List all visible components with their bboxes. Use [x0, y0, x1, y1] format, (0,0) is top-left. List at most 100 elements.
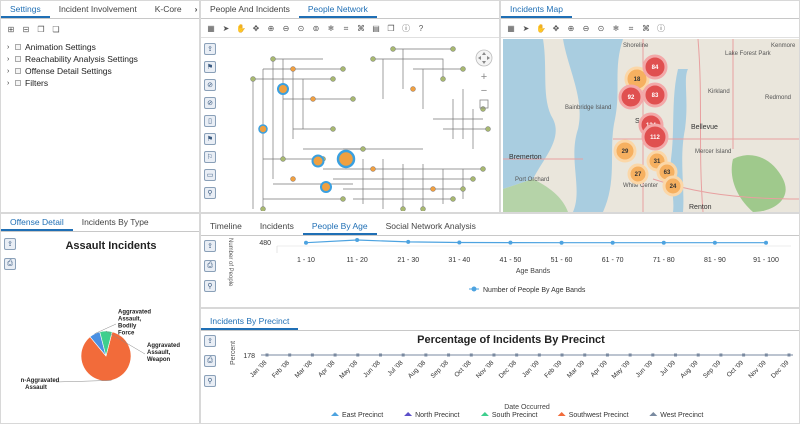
pan-hand-icon[interactable]: ✋ [235, 23, 247, 35]
data-point[interactable] [265, 353, 269, 357]
node-select-icon[interactable]: ⌘ [640, 23, 652, 35]
tab-offense-detail[interactable]: Offense Detail [1, 214, 73, 231]
data-point[interactable] [356, 353, 360, 357]
zoom-selection-icon[interactable]: ⊚ [310, 23, 322, 35]
panel-icon[interactable]: ▭ [204, 169, 216, 181]
zoom-fit-icon[interactable]: ⊙ [595, 23, 607, 35]
data-point[interactable] [560, 353, 564, 357]
zoom-in-icon[interactable]: ⊕ [565, 23, 577, 35]
data-point[interactable] [288, 353, 292, 357]
legend-label[interactable]: West Precinct [660, 412, 703, 419]
data-point[interactable] [457, 240, 462, 245]
data-point[interactable] [742, 353, 746, 357]
data-point[interactable] [424, 353, 428, 357]
data-point[interactable] [378, 353, 382, 357]
tab-people-network[interactable]: People Network [298, 1, 377, 18]
zoom-fit-icon[interactable]: ⊙ [295, 23, 307, 35]
tab-incidents-map[interactable]: Incidents Map [501, 1, 572, 18]
tab-incidents[interactable]: Incidents [251, 218, 303, 235]
chevron-right-icon[interactable]: › [7, 80, 15, 87]
info-icon[interactable]: ⓘ [655, 23, 667, 35]
pan-zoom-control[interactable]: + − [474, 48, 494, 110]
tab-incident-involvement[interactable]: Incident Involvement [50, 1, 146, 18]
chevron-right-icon[interactable]: › [7, 68, 15, 75]
lasso-icon[interactable]: ⌗ [340, 23, 352, 35]
data-point[interactable] [537, 353, 541, 357]
remove-icon[interactable]: ⊘ [204, 79, 216, 91]
node-select-icon[interactable]: ⌘ [355, 23, 367, 35]
tab-settings[interactable]: Settings [1, 1, 50, 18]
data-point[interactable] [674, 353, 678, 357]
legend-label[interactable]: Number of People By Age Bands [483, 287, 586, 294]
data-point[interactable] [628, 353, 632, 357]
data-point[interactable] [447, 353, 451, 357]
data-point[interactable] [719, 353, 723, 357]
tab-incidents-by-precinct[interactable]: Incidents By Precinct [201, 313, 299, 330]
data-point[interactable] [333, 353, 337, 357]
flag-icon[interactable]: ⚑ [204, 133, 216, 145]
data-point[interactable] [401, 353, 405, 357]
data-point[interactable] [661, 240, 666, 245]
tree-item-reachability[interactable]: › Reachability Analysis Settings [7, 53, 138, 65]
snowflake-icon[interactable]: ❄ [610, 23, 622, 35]
print-icon[interactable]: ⎙ [204, 355, 216, 367]
snowflake-icon[interactable]: ❄ [325, 23, 337, 35]
export-icon[interactable]: ⇪ [4, 238, 16, 250]
layout-icon[interactable]: ▦ [505, 23, 517, 35]
flag-icon[interactable]: ⚐ [204, 151, 216, 163]
tab-incidents-by-type[interactable]: Incidents By Type [73, 214, 158, 231]
zoom-in-icon[interactable]: ⊕ [265, 23, 277, 35]
legend-label[interactable]: South Precinct [492, 412, 538, 419]
data-point[interactable] [764, 353, 768, 357]
paste-icon[interactable]: ❏ [50, 23, 62, 35]
data-point[interactable] [355, 238, 360, 242]
expand-all-icon[interactable]: ⊞ [5, 23, 17, 35]
zoom-icon[interactable]: ⚲ [204, 280, 216, 292]
data-point[interactable] [712, 240, 717, 245]
export-icon[interactable]: ⇪ [204, 335, 216, 347]
data-point[interactable] [559, 240, 564, 245]
tab-timeline[interactable]: Timeline [201, 218, 251, 235]
export-icon[interactable]: ⇪ [204, 43, 216, 55]
move-icon[interactable]: ✥ [550, 23, 562, 35]
copy-icon[interactable]: ❐ [385, 23, 397, 35]
network-graph[interactable] [223, 39, 499, 211]
data-point[interactable] [610, 240, 615, 245]
remove-icon[interactable]: ⊘ [204, 97, 216, 109]
data-point[interactable] [696, 353, 700, 357]
data-point[interactable] [605, 353, 609, 357]
data-point[interactable] [469, 353, 473, 357]
layout-icon[interactable]: ▦ [205, 23, 217, 35]
data-point[interactable] [492, 353, 496, 357]
tab-k-core[interactable]: K-Core [146, 1, 191, 18]
tab-people-and-incidents[interactable]: People And Incidents [201, 1, 299, 18]
tab-social-network-analysis[interactable]: Social Network Analysis [377, 218, 485, 235]
export-icon[interactable]: ⇪ [204, 240, 216, 252]
print-icon[interactable]: ⎙ [204, 260, 216, 272]
chevron-right-icon[interactable]: › [7, 44, 15, 51]
info-icon[interactable]: ⓘ [400, 23, 412, 35]
tree-item-offense-detail[interactable]: › Offense Detail Settings [7, 65, 138, 77]
select-arrow-icon[interactable]: ➤ [220, 23, 232, 35]
data-point[interactable] [651, 353, 655, 357]
legend-label[interactable]: Southwest Precinct [569, 412, 629, 419]
data-point[interactable] [310, 353, 314, 357]
data-point[interactable] [515, 353, 519, 357]
data-point[interactable] [304, 240, 308, 245]
tab-people-by-age[interactable]: People By Age [302, 218, 377, 235]
lasso-icon[interactable]: ⌗ [625, 23, 637, 35]
move-icon[interactable]: ✥ [250, 23, 262, 35]
data-point[interactable] [764, 240, 768, 245]
data-point[interactable] [406, 239, 411, 244]
grid-icon[interactable]: ▤ [370, 23, 382, 35]
legend-label[interactable]: North Precinct [415, 412, 459, 419]
tab-overflow-icon[interactable]: › [191, 1, 199, 18]
legend-label[interactable]: East Precinct [342, 412, 383, 419]
print-icon[interactable]: ⎙ [4, 258, 16, 270]
zoom-icon[interactable]: ⚲ [204, 375, 216, 387]
select-arrow-icon[interactable]: ➤ [520, 23, 532, 35]
zoom-out-icon[interactable]: ⊖ [580, 23, 592, 35]
collapse-all-icon[interactable]: ⊟ [20, 23, 32, 35]
copy-icon[interactable]: ❐ [35, 23, 47, 35]
pan-hand-icon[interactable]: ✋ [535, 23, 547, 35]
